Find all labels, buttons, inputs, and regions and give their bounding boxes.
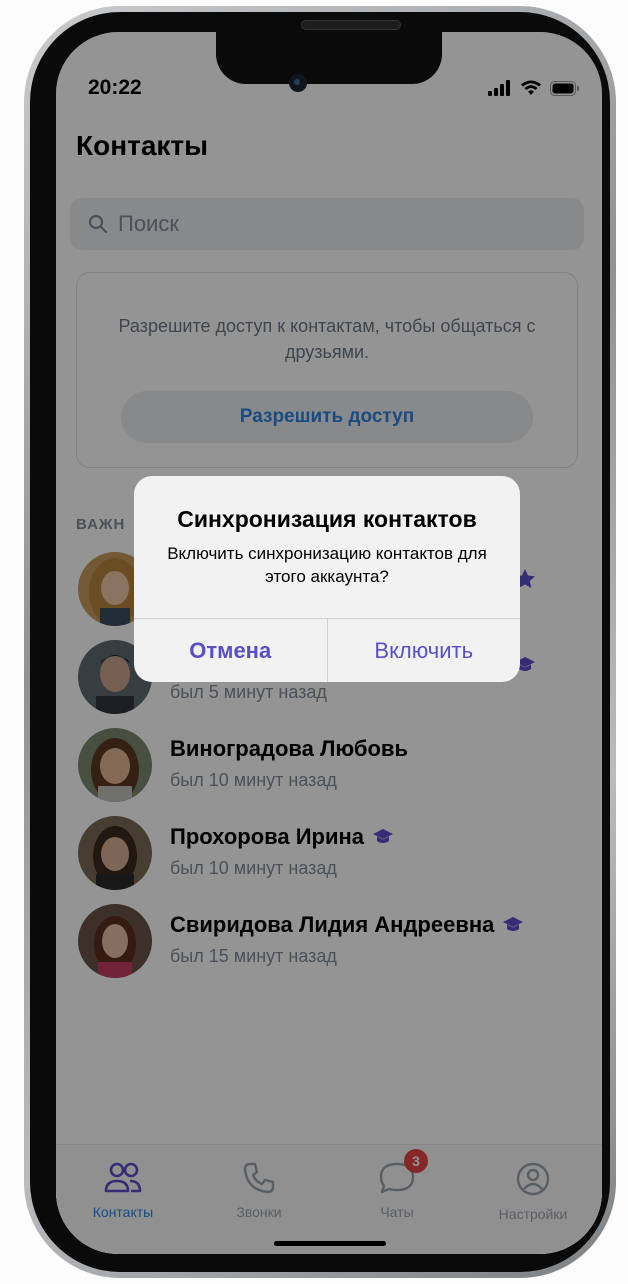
- dialog-title: Синхронизация контактов: [177, 506, 477, 532]
- earpiece-speaker: [301, 20, 401, 30]
- enable-button[interactable]: Включить: [328, 619, 521, 682]
- notch: [216, 32, 442, 84]
- dialog-message: Включить синхронизацию контактов для это…: [167, 544, 487, 586]
- screen: 20:22 Контакты Поиск Разрешите доступ к …: [56, 32, 602, 1254]
- sync-dialog: Синхронизация контактов Включить синхрон…: [134, 476, 520, 682]
- front-camera: [289, 74, 307, 92]
- cancel-button[interactable]: Отмена: [134, 619, 328, 682]
- dialog-actions: Отмена Включить: [134, 618, 520, 682]
